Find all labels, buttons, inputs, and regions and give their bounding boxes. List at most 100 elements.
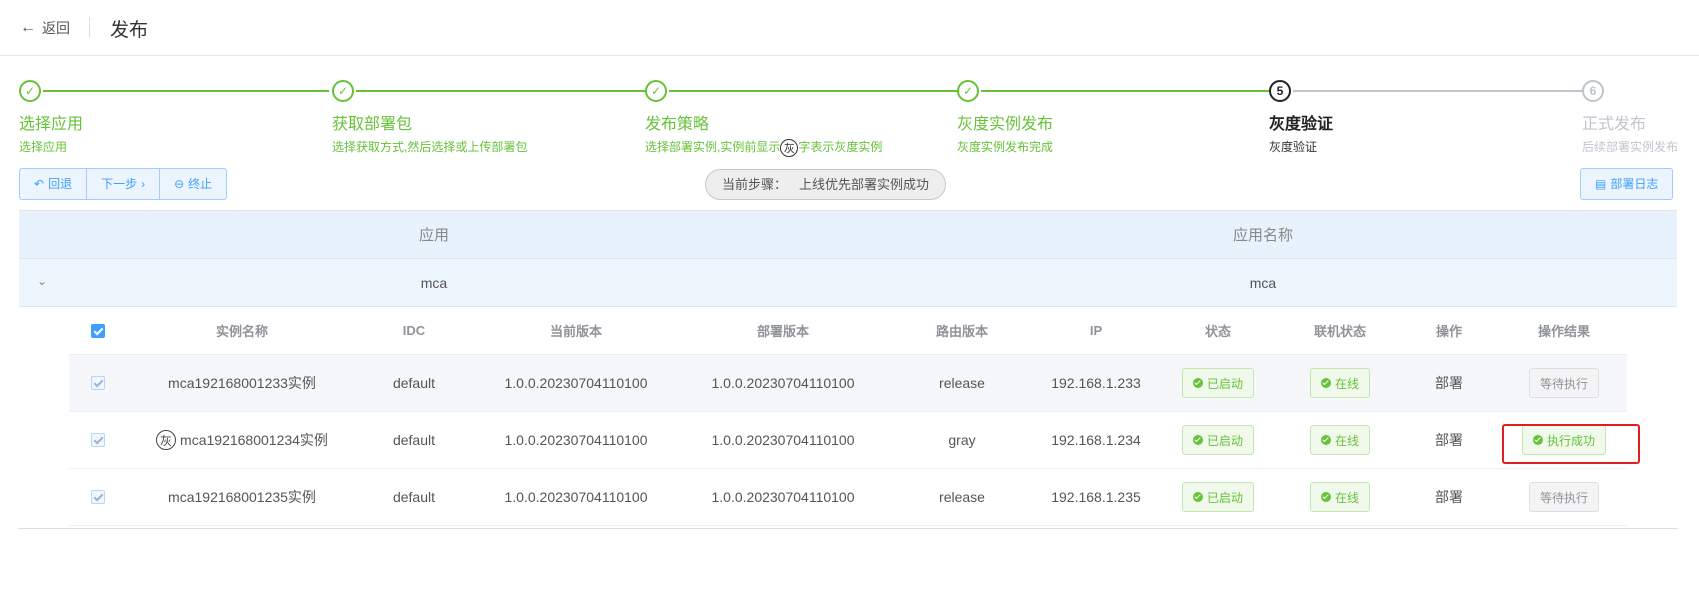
instance-name-cell: 灰 mca192168001234实例 <box>127 412 357 468</box>
column-header: 实例名称 <box>215 324 268 339</box>
action-button-group: ↶ 回退 下一步 › ⊖ 终止 <box>19 168 228 200</box>
select-all-checkbox[interactable] <box>91 323 105 338</box>
current-step-value: 上线优先部署实例成功 <box>799 177 930 192</box>
status-badge: 已启动 <box>1181 368 1254 398</box>
chevron-down-icon[interactable]: ⌄ <box>37 274 47 288</box>
column-header: 应用名称 <box>1232 227 1293 244</box>
step-4: ✓ 灰度实例发布 灰度实例发布完成 <box>957 80 1269 155</box>
row-checkbox[interactable] <box>91 433 105 447</box>
stop-icon: ⊖ <box>174 177 185 191</box>
app-cell: mca <box>420 274 448 291</box>
step-title: 灰度实例发布 <box>957 116 1054 133</box>
stop-button[interactable]: ⊖ 终止 <box>160 169 226 199</box>
step-2: ✓ 获取部署包 选择获取方式,然后选择或上传部署包 <box>332 80 645 155</box>
chevron-right-icon: › <box>141 177 146 191</box>
ip-cell: 192.168.1.234 <box>1051 432 1141 448</box>
idc-cell: default <box>392 489 436 505</box>
rollback-button[interactable]: ↶ 回退 <box>20 169 88 199</box>
step-desc: 灰度验证 <box>1269 140 1318 154</box>
step-number: 6 <box>1582 80 1604 102</box>
column-header: 操作 <box>1435 324 1462 339</box>
app-table-header: 应用 应用名称 <box>19 210 1677 259</box>
next-button[interactable]: 下一步 › <box>87 169 161 199</box>
operation-cell: 部署 <box>1435 375 1463 391</box>
column-header: 操作结果 <box>1537 324 1590 339</box>
route-version-cell: release <box>939 489 985 505</box>
step-connector <box>981 90 1269 92</box>
arrow-left-icon: ← <box>20 19 36 36</box>
status-badge: 已启动 <box>1181 425 1254 455</box>
step-connector <box>43 90 329 92</box>
ip-cell: 192.168.1.235 <box>1051 489 1141 505</box>
step-1: ✓ 选择应用 选择应用 <box>19 80 329 155</box>
operation-cell: 部署 <box>1435 489 1463 505</box>
current-version-cell: 1.0.0.20230704110100 <box>504 432 648 448</box>
step-desc: 选择应用 <box>19 140 68 154</box>
check-icon: ✓ <box>957 80 979 102</box>
column-header: IDC <box>402 323 426 338</box>
check-circle-icon <box>1192 435 1203 445</box>
deploy-version-cell: 1.0.0.20230704110100 <box>711 375 855 391</box>
column-header: 联机状态 <box>1313 324 1366 339</box>
step-number: 5 <box>1269 80 1291 102</box>
operation-cell: 部署 <box>1435 432 1463 448</box>
deploy-version-cell: 1.0.0.20230704110100 <box>711 489 855 505</box>
online-badge: 在线 <box>1309 368 1370 398</box>
back-button[interactable]: ← 返回 <box>20 18 70 38</box>
instance-table-header: 实例名称 IDC 当前版本 部署版本 路由版本 IP 状态 联机状态 操作 操作… <box>69 307 1627 355</box>
check-circle-icon <box>1320 378 1331 388</box>
instance-name: mca192168001234实例 <box>180 432 328 448</box>
step-6: 6 正式发布 后续部署实例发布 <box>1582 80 1699 155</box>
app-name-cell: mca <box>1249 274 1277 291</box>
table-bottom-border <box>19 528 1677 529</box>
instance-table: 实例名称 IDC 当前版本 部署版本 路由版本 IP 状态 联机状态 操作 操作… <box>69 307 1627 526</box>
undo-icon: ↶ <box>34 177 45 191</box>
step-title: 灰度验证 <box>1269 116 1334 133</box>
step-connector <box>356 90 645 92</box>
header-divider <box>89 17 90 37</box>
table-row[interactable]: 灰 mca192168001234实例 default 1.0.0.2023070… <box>69 412 1627 469</box>
steps-bar: ✓ 选择应用 选择应用 ✓ 获取部署包 选择获取方式,然后选择或上传部署包 ✓ … <box>0 70 1699 160</box>
current-version-cell: 1.0.0.20230704110100 <box>504 489 648 505</box>
step-title: 选择应用 <box>19 116 84 133</box>
app-table: 应用 应用名称 ⌄ mca mca <box>19 210 1677 307</box>
page-title: 发布 <box>110 20 149 41</box>
deploy-log-button[interactable]: ▤ 部署日志 <box>1580 168 1674 200</box>
check-icon: ✓ <box>19 80 41 102</box>
row-checkbox[interactable] <box>91 490 105 504</box>
step-title: 获取部署包 <box>332 116 413 133</box>
row-checkbox[interactable] <box>91 376 105 390</box>
route-version-cell: release <box>939 375 985 391</box>
column-header: 状态 <box>1204 324 1231 339</box>
current-step-badge: 当前步骤： 上线优先部署实例成功 <box>705 169 947 200</box>
table-row[interactable]: mca192168001233实例 default 1.0.0.20230704… <box>69 355 1627 412</box>
idc-cell: default <box>392 375 436 391</box>
step-desc: 选择部署实例,实例前显示灰字表示灰度实例 <box>645 138 883 157</box>
instance-name: mca192168001233实例 <box>168 375 316 391</box>
column-header: 路由版本 <box>935 324 988 339</box>
current-version-cell: 1.0.0.20230704110100 <box>504 375 648 391</box>
step-desc: 后续部署实例发布 <box>1582 140 1679 154</box>
check-circle-icon <box>1320 435 1331 445</box>
table-row[interactable]: mca192168001235实例 default 1.0.0.20230704… <box>69 469 1627 526</box>
step-connector <box>669 90 957 92</box>
idc-cell: default <box>392 432 436 448</box>
step-desc: 灰度实例发布完成 <box>957 140 1054 154</box>
deploy-version-cell: 1.0.0.20230704110100 <box>711 432 855 448</box>
column-header: 当前版本 <box>549 324 602 339</box>
check-circle-icon <box>1320 492 1331 502</box>
app-row[interactable]: ⌄ mca mca <box>19 259 1677 307</box>
ip-cell: 192.168.1.233 <box>1051 375 1141 391</box>
step-3: ✓ 发布策略 选择部署实例,实例前显示灰字表示灰度实例 <box>645 80 957 157</box>
check-circle-icon <box>1192 492 1203 502</box>
route-version-cell: gray <box>948 432 976 448</box>
current-step-label: 当前步骤： <box>722 177 788 192</box>
page-header: ← 返回 发布 <box>0 0 1699 56</box>
online-badge: 在线 <box>1309 482 1370 512</box>
online-badge: 在线 <box>1309 425 1370 455</box>
instance-name: mca192168001235实例 <box>168 489 316 505</box>
check-icon: ✓ <box>645 80 667 102</box>
step-connector <box>1293 90 1583 92</box>
step-desc: 选择获取方式,然后选择或上传部署包 <box>332 140 528 154</box>
column-header: 部署版本 <box>756 324 809 339</box>
